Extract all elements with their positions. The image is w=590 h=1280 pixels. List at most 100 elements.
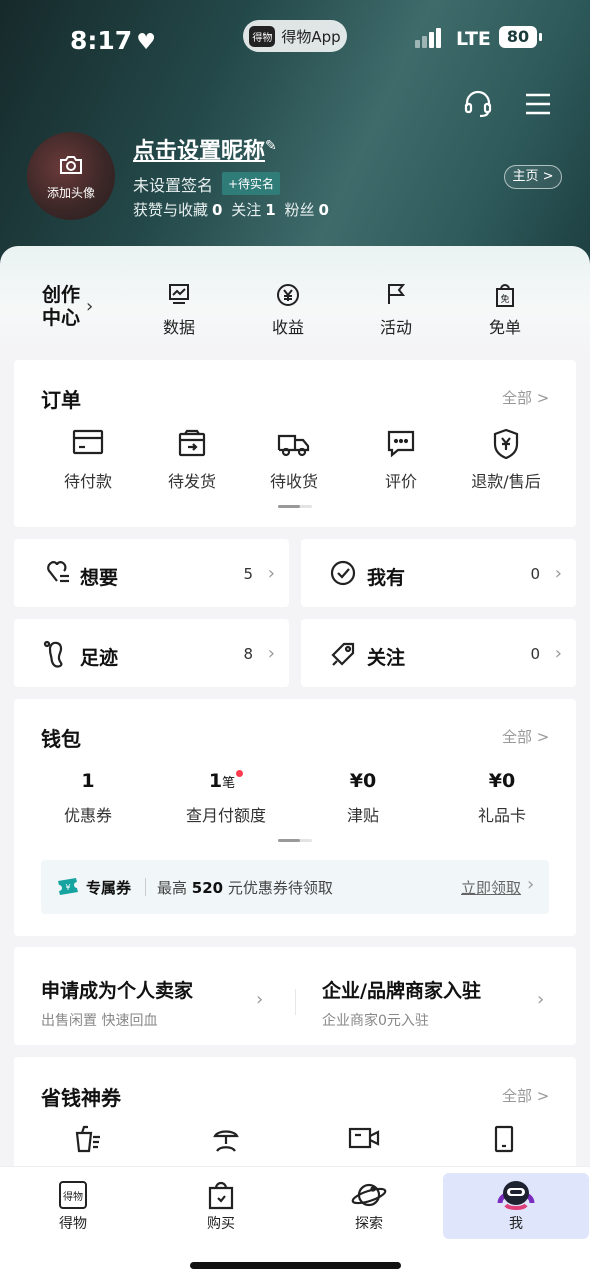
follow-entry[interactable]: 关注 0 › [301, 619, 576, 687]
chevron-right-icon: › [527, 874, 535, 895]
personal-seller-entry[interactable]: 申请成为个人卖家 出售闲置 快速回血 › [14, 947, 295, 1045]
heart-icon: ♥ [136, 30, 156, 55]
battery-icon: 80 [499, 26, 542, 48]
footprint-icon [42, 639, 70, 673]
order-pending-payment[interactable]: 待付款 [38, 428, 138, 492]
creator-item-income[interactable]: 收益 [248, 282, 328, 338]
order-item-label: 待发货 [167, 472, 216, 491]
svg-text:¥: ¥ [65, 883, 70, 892]
exclusive-coupon-banner[interactable]: ¥ 专属券 最高 520 元优惠券待领取 立即领取 › [41, 860, 549, 914]
order-refund[interactable]: 退款/售后 [456, 428, 556, 492]
creator-item-activity[interactable]: 活动 [356, 282, 436, 338]
order-pending-receipt[interactable]: 待收货 [244, 428, 344, 492]
signal-icon [415, 28, 443, 48]
likes-count[interactable]: 0 [212, 201, 222, 219]
creator-item-label: 数据 [162, 318, 195, 337]
wallet-monthly-value[interactable]: 1笔 [166, 770, 286, 792]
wallet-coupon-value[interactable]: 1 [28, 770, 148, 792]
page-indicator [278, 839, 312, 842]
menu-icon[interactable] [524, 92, 552, 120]
creator-center: 创作 中心 › 数据 收益 活动 免 免单 [0, 246, 590, 352]
brand-merchant-subtitle: 企业商家0元入驻 [322, 1013, 429, 1029]
network-label: LTE [456, 28, 491, 50]
following-label: 关注 [231, 201, 262, 219]
saver-all-link[interactable]: 全部 > [502, 1085, 549, 1106]
coupon-text: 最高 520 元优惠券待领取 [157, 879, 333, 897]
want-entry[interactable]: 想要 5 › [14, 539, 289, 607]
beach-icon[interactable] [212, 1125, 240, 1157]
chevron-right-icon: › [554, 643, 562, 664]
claim-now-link[interactable]: 立即领取 [461, 877, 521, 898]
dewu-logo-icon: 得物 [0, 1177, 146, 1213]
avatar[interactable]: 添加头像 [27, 132, 115, 220]
clock: 8:17 ♥ [70, 26, 156, 55]
edit-icon[interactable]: ✎ [265, 138, 277, 154]
creator-item-free[interactable]: 免 免单 [465, 282, 545, 338]
wallet-monthly-label[interactable]: 查月付额度 [166, 802, 286, 826]
brand-merchant-title: 企业/品牌商家入驻 [322, 980, 481, 1002]
tab-me[interactable]: 我 [443, 1173, 589, 1239]
nickname[interactable]: 点击设置昵称 [133, 133, 265, 165]
wallet-all-link[interactable]: 全部 > [502, 726, 549, 747]
tab-dewu[interactable]: 得物 得物 [0, 1173, 146, 1239]
footprint-entry[interactable]: 足迹 8 › [14, 619, 289, 687]
fans-count[interactable]: 0 [318, 201, 328, 219]
footprint-count: 8 [243, 645, 253, 663]
own-count: 0 [530, 565, 540, 583]
wallet-coupon-label[interactable]: 优惠券 [28, 802, 148, 826]
chevron-right-icon: › [537, 989, 545, 1010]
verify-badge[interactable]: +待实名 [222, 172, 281, 195]
signature[interactable]: 未设置签名 [133, 172, 213, 196]
wallet-giftcard-value[interactable]: ¥0 [442, 770, 562, 792]
wallet-allowance-value[interactable]: ¥0 [303, 770, 423, 792]
follow-count: 0 [530, 645, 540, 663]
box-ship-icon [142, 428, 242, 460]
saver-title: 省钱神券 [41, 1086, 121, 1110]
free-bag-icon: 免 [465, 282, 545, 308]
brand-merchant-entry[interactable]: 企业/品牌商家入驻 企业商家0元入驻 › [295, 947, 576, 1045]
chevron-right-icon: › [554, 563, 562, 584]
wallet-giftcard-label[interactable]: 礼品卡 [442, 802, 562, 826]
camera-icon [27, 154, 115, 182]
seller-card: 申请成为个人卖家 出售闲置 快速回血 › 企业/品牌商家入驻 企业商家0元入驻 … [14, 947, 576, 1045]
tab-buy[interactable]: 购买 [148, 1173, 294, 1239]
order-item-label: 评价 [384, 472, 417, 491]
saver-card: 省钱神券 全部 > [14, 1057, 576, 1177]
orders-title: 订单 [41, 388, 81, 412]
phone-icon[interactable] [493, 1125, 515, 1157]
order-review[interactable]: 评价 [351, 428, 451, 492]
own-entry[interactable]: 我有 0 › [301, 539, 576, 607]
wallet-allowance-label[interactable]: 津贴 [303, 802, 423, 826]
tab-label: 探索 [355, 1216, 383, 1232]
order-item-label: 退款/售后 [471, 472, 541, 491]
shopping-bag-icon [148, 1177, 294, 1213]
personal-seller-subtitle: 出售闲置 快速回血 [41, 1013, 158, 1029]
own-label: 我有 [367, 567, 406, 589]
app-pill[interactable]: 得物 得物App [243, 20, 347, 52]
creator-item-label: 收益 [271, 318, 304, 337]
tag-icon [329, 639, 359, 673]
following-count[interactable]: 1 [265, 201, 275, 219]
chevron-right-icon: › [86, 296, 94, 317]
order-pending-shipment[interactable]: 待发货 [142, 428, 242, 492]
orders-all-link[interactable]: 全部 > [502, 387, 549, 408]
want-label: 想要 [80, 567, 119, 589]
fans-label: 粉丝 [284, 201, 315, 219]
chart-icon [139, 282, 219, 308]
yen-coin-icon [248, 282, 328, 308]
follow-label: 关注 [367, 647, 406, 669]
tab-label: 我 [509, 1216, 523, 1232]
customer-service-icon[interactable] [462, 88, 494, 124]
video-camera-icon[interactable] [348, 1125, 380, 1155]
creator-item-data[interactable]: 数据 [139, 282, 219, 338]
truck-icon [244, 428, 344, 460]
homepage-button[interactable]: 主页 > [504, 165, 562, 189]
tab-explore[interactable]: 探索 [296, 1173, 442, 1239]
drink-icon[interactable] [73, 1125, 103, 1157]
status-bar: 8:17 ♥ 得物 得物App LTE 80 [0, 16, 590, 64]
chevron-right-icon: › [267, 643, 275, 664]
personal-seller-title: 申请成为个人卖家 [41, 980, 194, 1002]
creator-center-title[interactable]: 创作 中心 [42, 284, 80, 330]
shield-yen-icon [456, 428, 556, 460]
comment-icon [351, 428, 451, 460]
